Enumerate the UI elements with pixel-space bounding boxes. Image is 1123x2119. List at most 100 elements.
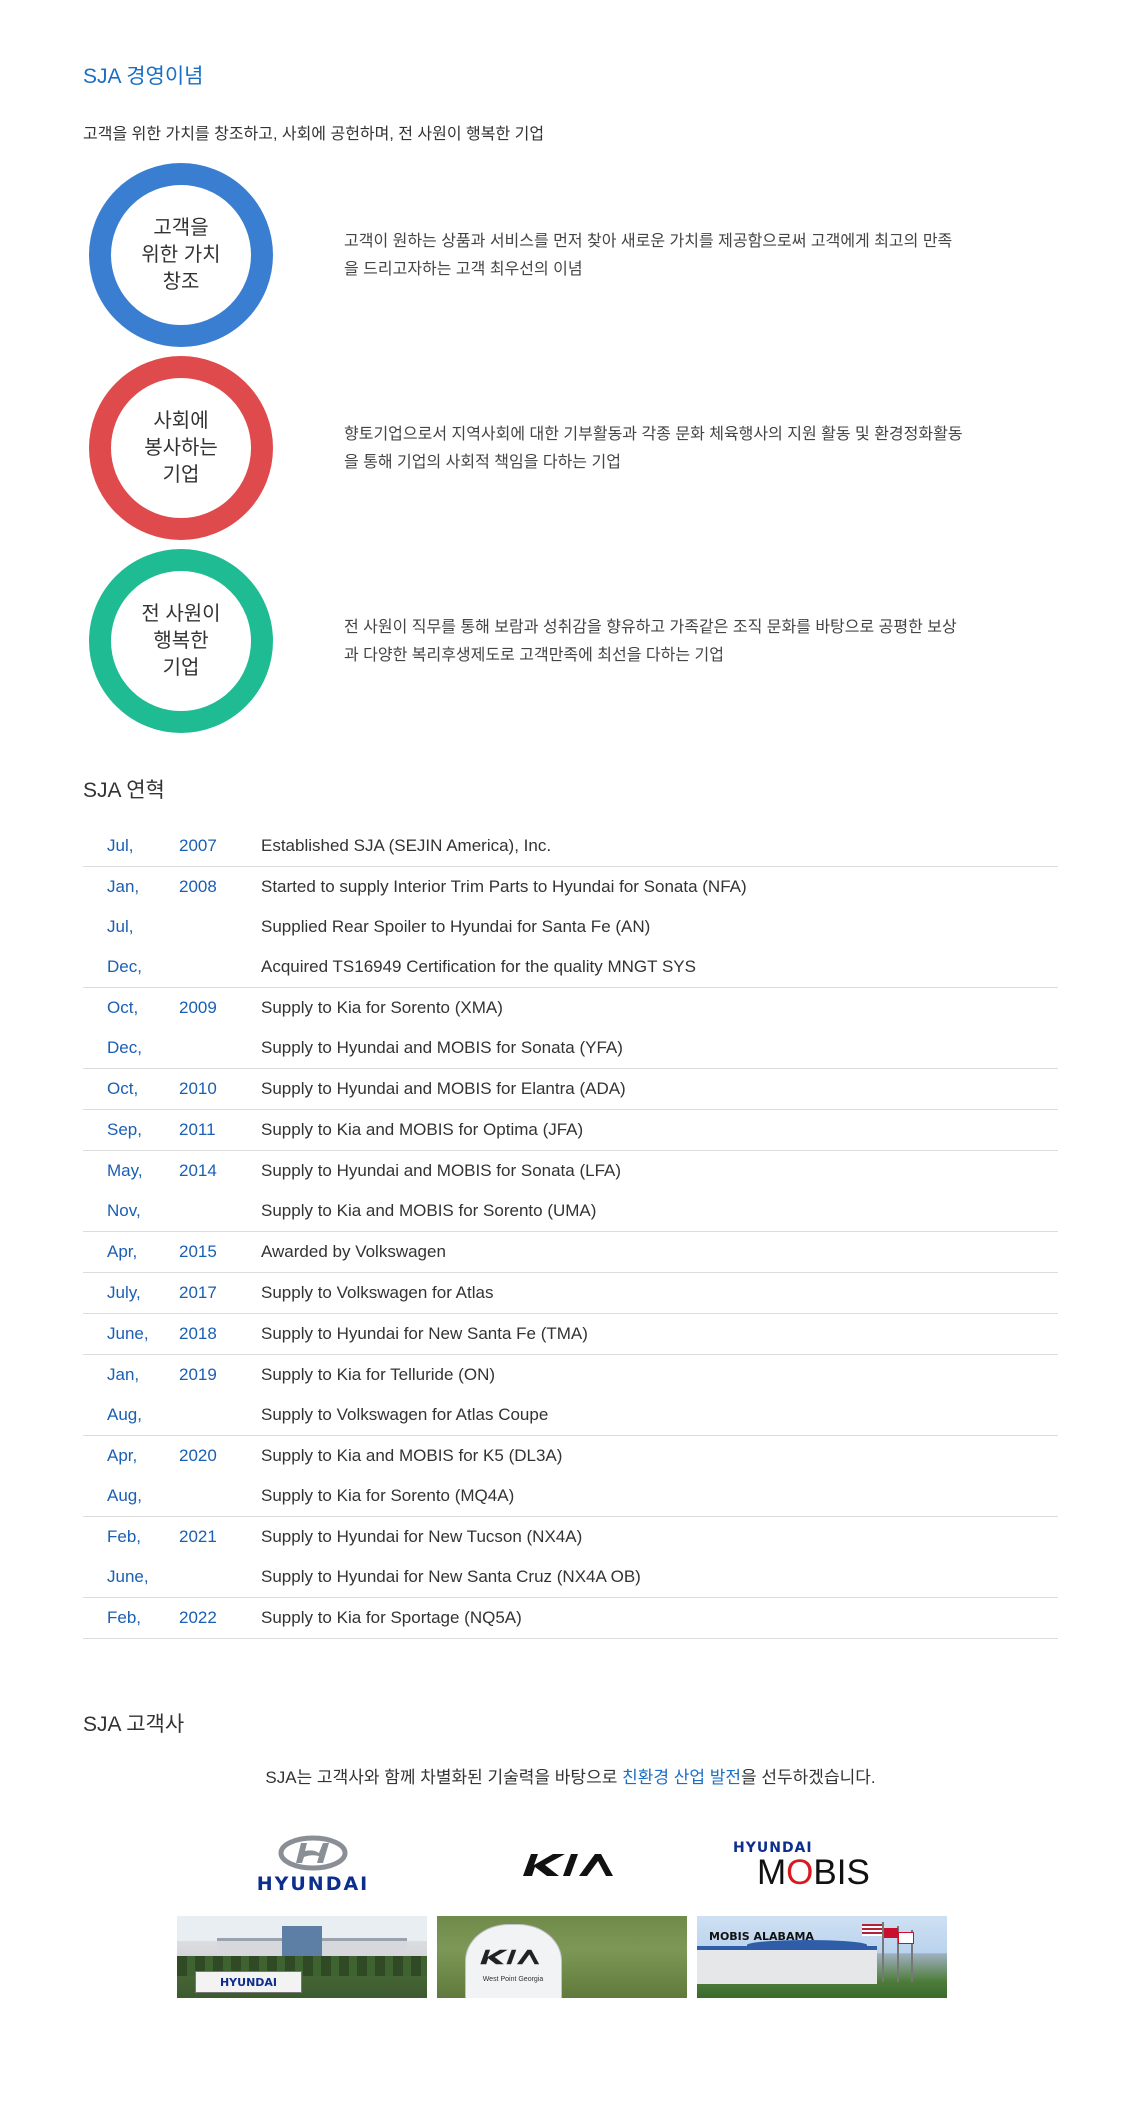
history-month: May,	[83, 1150, 179, 1191]
history-event: Supply to Kia and MOBIS for Sorento (UMA…	[261, 1201, 597, 1220]
hyundai-plant-photo: HYUNDAI	[177, 1916, 427, 1998]
subtitle-highlight: 친환경 산업 발전	[622, 1768, 742, 1787]
philosophy-intro: 고객을 위한 가치를 창조하고, 사회에 공헌하며, 전 사원이 행복한 기업	[83, 126, 545, 143]
history-month: June,	[107, 1567, 149, 1586]
flag-icon	[862, 1924, 882, 1936]
history-event: Established SJA (SEJIN America), Inc.	[261, 836, 552, 855]
value-ring: 고객을 위한 가치 창조	[89, 163, 273, 347]
history-event: Supply to Hyundai and MOBIS for Sonata (…	[261, 1150, 1058, 1191]
kia-logo	[503, 1835, 643, 1895]
history-month: Jan,	[83, 866, 179, 907]
history-row: Jan, 2008 Started to supply Interior Trim …	[83, 866, 1058, 907]
value-description: 향토기업으로서 지역사회에 대한 기부활동과 각종 문화 체육행사의 지원 활동…	[344, 426, 963, 471]
value-ring: 사회에 봉사하는 기업	[89, 356, 273, 540]
history-row: June, 2018 Supply to Hyundai for New Santa…	[83, 1313, 1058, 1355]
history-table: Jul, 2007 Established SJA (SEJIN America),…	[83, 826, 1058, 1639]
value-employees: 전 사원이 행복한 기업 전 사원이 직무를 통해 보람과 성취감을 향유하고 …	[89, 549, 1049, 733]
hyundai-wordmark: HYUNDAI	[256, 1873, 370, 1895]
history-event: Supplied Rear Spoiler to Hyundai for San…	[261, 917, 651, 936]
history-year: 2022	[179, 1597, 261, 1639]
history-row: Apr, 2015 Awarded by Volkswagen	[83, 1231, 1058, 1273]
history-month: Oct,	[83, 987, 179, 1028]
history-row: Jan, 2019 Supply to Kia for Telluride (ON)	[83, 1354, 1058, 1395]
history-month: Apr,	[83, 1435, 179, 1476]
hyundai-sign: HYUNDAI	[195, 1971, 302, 1993]
value-label: 전 사원이 행복한 기업	[141, 602, 221, 679]
history-row: Dec, Acquired TS16949 Certification for t…	[83, 947, 1058, 988]
flag-icon	[884, 1928, 898, 1938]
history-month: Dec,	[107, 1038, 142, 1057]
history-year	[179, 907, 261, 947]
flag-icon	[898, 1932, 914, 1944]
history-event: Acquired TS16949 Certification for the q…	[261, 957, 696, 976]
history-row: Feb, 2021 Supply to Hyundai for New Tucson…	[83, 1516, 1058, 1557]
history-row: June, Supply to Hyundai for New Santa Cru…	[83, 1557, 1058, 1598]
history-row: Aug, Supply to Volkswagen for Atlas Coupe	[83, 1395, 1058, 1436]
history-row: May, 2014 Supply to Hyundai and MOBIS for …	[83, 1150, 1058, 1191]
history-month: Feb,	[83, 1516, 179, 1557]
history-month: Oct,	[83, 1068, 179, 1110]
value-label: 사회에 봉사하는 기업	[144, 409, 218, 486]
history-month: Jul,	[107, 917, 134, 936]
history-year: 2018	[179, 1313, 261, 1355]
history-year	[179, 947, 261, 988]
history-year: 2019	[179, 1354, 261, 1395]
value-description: 전 사원이 직무를 통해 보람과 성취감을 향유하고 가족같은 조직 문화를 바…	[344, 619, 957, 664]
value-description: 고객이 원하는 상품과 서비스를 먼저 찾아 새로운 가치를 제공함으로써 고객…	[344, 233, 953, 278]
history-row: July, 2017 Supply to Volkswagen for Atlas	[83, 1272, 1058, 1314]
history-month: Feb,	[83, 1597, 179, 1639]
history-year: 2011	[179, 1109, 261, 1151]
value-customer: 고객을 위한 가치 창조 고객이 원하는 상품과 서비스를 먼저 찾아 새로운 …	[89, 163, 1049, 347]
value-label: 고객을 위한 가치 창조	[141, 216, 221, 293]
mobis-plant-photo: MOBIS ALABAMA	[697, 1916, 947, 1998]
history-year	[179, 1395, 261, 1436]
history-row: Oct, 2009 Supply to Kia for Sorento (XMA)	[83, 987, 1058, 1028]
history-month: Sep,	[83, 1109, 179, 1151]
hyundai-emblem-icon	[278, 1835, 348, 1871]
history-event: Supply to Kia for Sportage (NQ5A)	[261, 1597, 1058, 1639]
history-year	[179, 1191, 261, 1232]
history-event: Supply to Kia for Sorento (XMA)	[261, 987, 1058, 1028]
history-event: Supply to Volkswagen for Atlas	[261, 1272, 1058, 1314]
history-month: Aug,	[107, 1486, 142, 1505]
history-year: 2015	[179, 1231, 261, 1273]
kia-tower-caption: West Point Georgia	[482, 1976, 544, 1983]
history-year: 2007	[179, 836, 217, 855]
history-event: Supply to Hyundai for New Tucson (NX4A)	[261, 1516, 1058, 1557]
history-row: Nov, Supply to Kia and MOBIS for Sorento …	[83, 1191, 1058, 1232]
mobis-sign: MOBIS ALABAMA	[709, 1930, 814, 1943]
history-row: Jul, Supplied Rear Spoiler to Hyundai for…	[83, 907, 1058, 947]
history-month: June,	[83, 1313, 179, 1355]
history-row: Jul, 2007 Established SJA (SEJIN America),…	[83, 826, 1058, 867]
history-event: Supply to Kia for Telluride (ON)	[261, 1354, 1058, 1395]
mobis-main-wordmark: MOBIS	[757, 1853, 870, 1892]
philosophy-title: SJA 경영이념	[83, 65, 204, 88]
customers-title: SJA 고객사	[83, 1713, 185, 1736]
history-event: Supply to Hyundai and MOBIS for Sonata (…	[261, 1038, 623, 1057]
history-event: Started to supply Interior Trim Parts to…	[261, 866, 1058, 907]
history-event: Supply to Kia for Sorento (MQ4A)	[261, 1486, 515, 1505]
history-event: Awarded by Volkswagen	[261, 1231, 1058, 1273]
history-year	[179, 1557, 261, 1598]
history-row: Dec, Supply to Hyundai and MOBIS for Sona…	[83, 1028, 1058, 1069]
history-year: 2008	[179, 866, 261, 907]
history-year	[179, 1476, 261, 1517]
history-row: Feb, 2022 Supply to Kia for Sportage (NQ5A…	[83, 1597, 1058, 1639]
history-row: Oct, 2010 Supply to Hyundai and MOBIS for …	[83, 1068, 1058, 1110]
history-year: 2010	[179, 1068, 261, 1110]
history-month: Aug,	[107, 1405, 142, 1424]
history-month: Nov,	[107, 1201, 141, 1220]
kia-tower-logo-icon	[480, 1949, 540, 1965]
kia-plant-photo: West Point Georgia	[437, 1916, 687, 1998]
value-society: 사회에 봉사하는 기업 향토기업으로서 지역사회에 대한 기부활동과 각종 문화…	[89, 356, 1049, 540]
history-year: 2009	[179, 987, 261, 1028]
history-year: 2020	[179, 1435, 261, 1476]
history-year: 2021	[179, 1516, 261, 1557]
customers-subtitle: SJA는 고객사와 함께 차별화된 기술력을 바탕으로 친환경 산업 발전을 선…	[83, 1763, 1058, 1788]
history-year: 2014	[179, 1150, 261, 1191]
history-month: Jul,	[107, 836, 134, 855]
history-row: Apr, 2020 Supply to Kia and MOBIS for K5 (…	[83, 1435, 1058, 1476]
history-event: Supply to Volkswagen for Atlas Coupe	[261, 1405, 549, 1424]
history-year	[179, 1028, 261, 1069]
history-title: SJA 연혁	[83, 779, 165, 802]
